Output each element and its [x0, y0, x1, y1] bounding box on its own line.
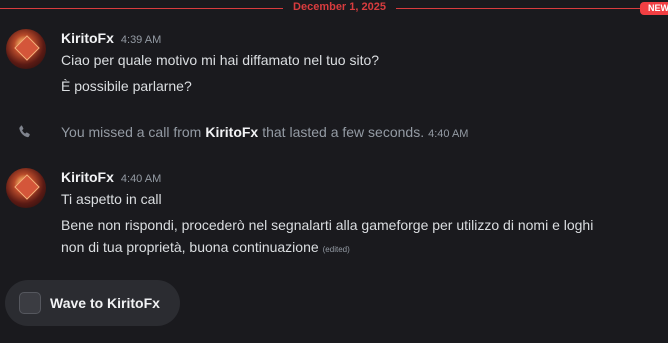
- message-text: non di tua proprietà, buona continuazion…: [61, 239, 319, 255]
- call-text-prefix: You missed a call from: [61, 124, 202, 140]
- author-name[interactable]: KiritoFx: [61, 30, 114, 46]
- call-timestamp[interactable]: 4:40 AM: [428, 128, 468, 140]
- avatar[interactable]: [6, 168, 46, 208]
- new-messages-badge[interactable]: NEW: [640, 2, 668, 15]
- missed-call-notice: You missed a call from KiritoFx that las…: [61, 124, 468, 140]
- caller-name[interactable]: KiritoFx: [205, 124, 258, 140]
- message-text-line: non di tua proprietà, buona continuazion…: [61, 239, 350, 255]
- message-header: KiritoFx 4:39 AM: [61, 30, 161, 46]
- divider-date: December 1, 2025: [293, 1, 386, 13]
- author-name[interactable]: KiritoFx: [61, 169, 114, 185]
- wave-sticker-icon: [19, 292, 41, 314]
- wave-button[interactable]: Wave to KiritoFx: [5, 280, 180, 326]
- message-timestamp[interactable]: 4:40 AM: [121, 173, 161, 185]
- wave-button-label: Wave to KiritoFx: [50, 295, 160, 311]
- date-divider: December 1, 2025: [0, 0, 668, 18]
- avatar[interactable]: [6, 29, 46, 69]
- message-header: KiritoFx 4:40 AM: [61, 169, 161, 185]
- message-text: Bene non rispondi, procederò nel segnala…: [61, 217, 594, 233]
- divider-line: [0, 8, 283, 9]
- phone-missed-icon: [19, 125, 30, 138]
- message-text: Ciao per quale motivo mi hai diffamato n…: [61, 52, 380, 68]
- message-text: Ti aspetto in call: [61, 191, 162, 207]
- divider-line: [396, 8, 642, 9]
- message-timestamp[interactable]: 4:39 AM: [121, 34, 161, 46]
- message-text: È possibile parlarne?: [61, 78, 192, 94]
- edited-label: (edited): [322, 245, 350, 254]
- call-text-suffix: that lasted a few seconds.: [262, 124, 425, 140]
